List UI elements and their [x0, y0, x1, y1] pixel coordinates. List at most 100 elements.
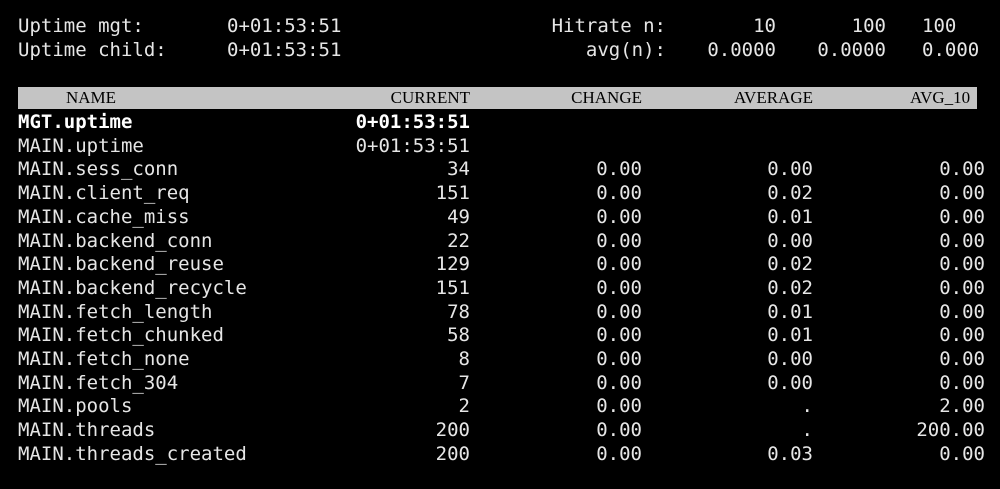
- counter-row[interactable]: MAIN.fetch_length 78 0.00 0.01 0.00: [0, 301, 1000, 325]
- column-header-name[interactable]: NAME: [66, 87, 116, 109]
- counter-avg10: 0.00: [939, 158, 985, 181]
- avg-n-10: 0.0000: [707, 39, 776, 61]
- avg-n-100: 0.0000: [817, 39, 886, 61]
- counter-row[interactable]: MAIN.sess_conn 34 0.00 0.00 0.00: [0, 158, 1000, 182]
- counter-avg10: 0.00: [939, 205, 985, 228]
- counter-current: 22: [447, 229, 470, 252]
- counter-current: 78: [447, 300, 470, 323]
- counter-name: MAIN.fetch_none: [18, 348, 190, 370]
- counter-change: 0.00: [596, 395, 642, 418]
- column-header-current[interactable]: CURRENT: [330, 87, 470, 109]
- counter-change: 0.00: [596, 205, 642, 228]
- counter-row[interactable]: MGT.uptime 0+01:53:51: [0, 111, 1000, 135]
- counter-change: 0.00: [596, 324, 642, 347]
- counter-current: 0+01:53:51: [355, 134, 470, 157]
- uptime-mgt-value: 0+01:53:51: [227, 15, 342, 37]
- counter-avg10: 2.00: [939, 395, 985, 418]
- counter-name: MAIN.backend_recycle: [18, 276, 247, 299]
- counter-name: MAIN.cache_miss: [18, 205, 190, 228]
- counter-current: 2: [458, 395, 470, 418]
- counter-change: 0.00: [596, 276, 642, 299]
- counter-name: MAIN.client_req: [18, 182, 190, 205]
- counter-change: 0.00: [596, 253, 642, 276]
- counter-name: MAIN.fetch_length: [18, 300, 213, 323]
- counter-avg10: 0.00: [939, 371, 985, 394]
- counter-name: MAIN.sess_conn: [18, 158, 179, 181]
- counter-row[interactable]: MAIN.uptime 0+01:53:51: [0, 135, 1000, 159]
- counter-average: .: [801, 395, 813, 418]
- counter-change: 0.00: [596, 182, 642, 205]
- counter-current: 34: [447, 158, 470, 181]
- counter-name: MGT.uptime: [18, 111, 133, 133]
- counter-change: 0.00: [596, 371, 642, 394]
- counter-row[interactable]: MAIN.fetch_304 7 0.00 0.00 0.00: [0, 372, 1000, 396]
- hitrate-label: Hitrate n:: [551, 15, 666, 37]
- hitrate-n-100: 100: [851, 15, 886, 37]
- counter-current: 129: [435, 253, 470, 276]
- counter-change: 0.00: [596, 442, 642, 465]
- counter-row[interactable]: MAIN.threads 200 0.00. 200.00: [0, 419, 1000, 443]
- avg-label: avg(n):: [585, 39, 666, 61]
- counter-name: MAIN.backend_reuse: [18, 253, 224, 276]
- counter-change: 0.00: [596, 348, 642, 370]
- counter-average: 0.02: [767, 276, 813, 299]
- counter-avg10: 200.00: [916, 419, 985, 442]
- uptime-child-value: 0+01:53:51: [227, 39, 342, 61]
- counter-change: 0.00: [596, 419, 642, 442]
- counter-change: 0.00: [596, 300, 642, 323]
- counter-name: MAIN.uptime: [18, 134, 144, 157]
- column-header-bar: NAME CURRENT CHANGE AVERAGE AVG_10: [18, 87, 977, 109]
- counter-average: 0.00: [767, 158, 813, 181]
- counter-row[interactable]: MAIN.client_req 151 0.00 0.02 0.00: [0, 182, 1000, 206]
- counter-average: 0.01: [767, 300, 813, 323]
- counter-average: 0.02: [767, 253, 813, 276]
- counter-current: 7: [458, 371, 470, 394]
- counter-average: 0.00: [767, 229, 813, 252]
- counter-average: 0.01: [767, 205, 813, 228]
- counter-name: MAIN.fetch_304: [18, 371, 179, 394]
- counter-name: MAIN.backend_conn: [18, 229, 213, 252]
- column-header-avg10[interactable]: AVG_10: [910, 87, 970, 109]
- column-header-average[interactable]: AVERAGE: [670, 87, 813, 109]
- counter-name: MAIN.threads_created: [18, 442, 247, 465]
- counter-current: 58: [447, 324, 470, 347]
- counter-avg10: 0.00: [939, 300, 985, 323]
- counter-average: 0.00: [767, 371, 813, 394]
- counter-avg10: 0.00: [939, 276, 985, 299]
- counter-current: 200: [435, 419, 470, 442]
- counter-avg10: 0.00: [939, 182, 985, 205]
- counter-avg10: 0.00: [939, 229, 985, 252]
- column-header-change[interactable]: CHANGE: [500, 87, 642, 109]
- counter-row[interactable]: MAIN.backend_reuse 129 0.00 0.02 0.00: [0, 253, 1000, 277]
- counter-avg10: 0.00: [939, 324, 985, 347]
- counter-row[interactable]: MAIN.cache_miss 49 0.00 0.01 0.00: [0, 206, 1000, 230]
- avg-n-1000: 0.000: [922, 39, 980, 61]
- counter-average: 0.00: [767, 348, 813, 370]
- hitrate-n-1000: 100: [922, 15, 957, 37]
- counter-average: 0.02: [767, 182, 813, 205]
- counter-average: 0.03: [767, 442, 813, 465]
- counter-average: .: [801, 419, 813, 442]
- counter-avg10: 0.00: [939, 253, 985, 276]
- counter-current: 200: [435, 442, 470, 465]
- counter-average: 0.01: [767, 324, 813, 347]
- varnishstat-terminal: Uptime mgt: 0+01:53:51 Uptime child: 0+0…: [0, 0, 1000, 489]
- counter-row[interactable]: MAIN.threads_created 200 0.00 0.03 0.00: [0, 443, 1000, 467]
- counter-avg10: 0.00: [939, 348, 985, 370]
- counter-name: MAIN.pools: [18, 395, 133, 418]
- counter-change: 0.00: [596, 158, 642, 181]
- counter-row[interactable]: MAIN.fetch_chunked 58 0.00 0.01 0.00: [0, 324, 1000, 348]
- counter-current: 49: [447, 205, 470, 228]
- counter-row[interactable]: MAIN.backend_conn 22 0.00 0.00 0.00: [0, 230, 1000, 254]
- counter-current: 0+01:53:51: [355, 111, 470, 133]
- counter-row[interactable]: MAIN.backend_recycle 151 0.00 0.02 0.00: [0, 277, 1000, 301]
- counter-name: MAIN.fetch_chunked: [18, 324, 224, 347]
- counter-current: 151: [435, 182, 470, 205]
- hitrate-n-10: 10: [753, 15, 776, 37]
- counter-current: 8: [458, 348, 470, 370]
- counter-change: 0.00: [596, 229, 642, 252]
- uptime-child-label: Uptime child:: [18, 39, 167, 61]
- counter-row[interactable]: MAIN.pools 2 0.00. 2.00: [0, 395, 1000, 419]
- counter-row[interactable]: MAIN.fetch_none 8 0.00 0.00 0.00: [0, 348, 1000, 372]
- counter-avg10: 0.00: [939, 442, 985, 465]
